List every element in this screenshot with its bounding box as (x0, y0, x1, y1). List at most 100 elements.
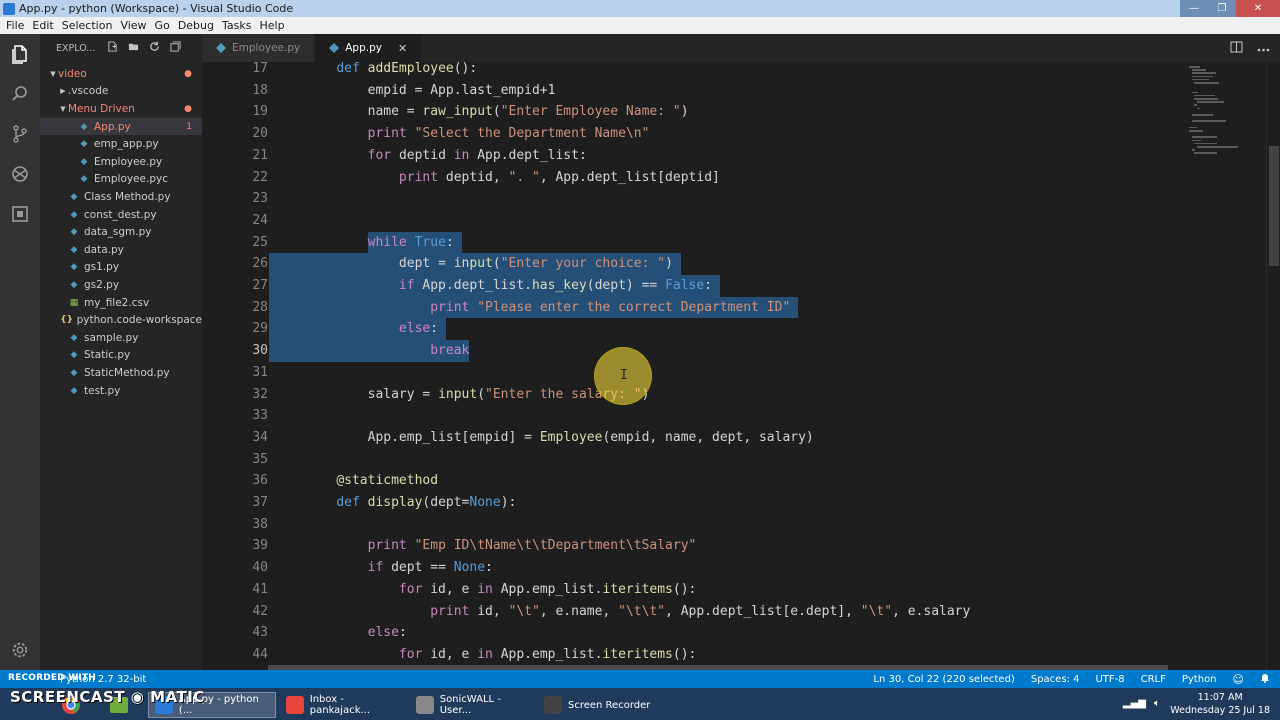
close-tab-icon[interactable]: ✕ (398, 42, 407, 55)
clock[interactable]: 11:07 AM Wednesday 25 Jul 18 (1170, 691, 1270, 717)
status-language[interactable]: Python (1182, 674, 1217, 685)
tree-item-data-sgm-py[interactable]: ◆ data_sgm.py (40, 223, 202, 241)
menu-file[interactable]: File (2, 19, 28, 32)
code-line[interactable]: def display(dept=None): (305, 492, 516, 514)
search-icon[interactable] (8, 82, 32, 106)
chevron-down-icon[interactable]: ▼ (48, 70, 58, 78)
tab-employee-py[interactable]: Employee.py (202, 34, 316, 62)
menu-go[interactable]: Go (151, 19, 174, 32)
vertical-scrollbar[interactable] (1266, 62, 1280, 670)
code-line[interactable]: break (305, 340, 469, 362)
taskbar-screen-recorder[interactable]: Screen Recorder (538, 692, 654, 718)
line-number: 24 (252, 212, 268, 228)
feedback-smiley-icon[interactable]: ☺ (1233, 673, 1244, 686)
notification-bell-icon[interactable] (1260, 672, 1270, 686)
collapse-all-icon[interactable] (170, 41, 181, 55)
code-line[interactable]: if App.dept_list.has_key(dept) == False: (305, 275, 712, 297)
minimap-line (1194, 142, 1217, 145)
tree-item-sample-py[interactable]: ◆ sample.py (40, 329, 202, 347)
menu-help[interactable]: Help (255, 19, 288, 32)
python-file-icon: ◆ (80, 121, 88, 132)
explorer-icon[interactable] (8, 42, 32, 66)
code-line[interactable]: print deptid, ". ", App.dept_list[deptid… (305, 167, 720, 189)
gear-icon[interactable] (8, 638, 32, 662)
tree-item-app-py[interactable]: ◆ App.py 1 (40, 117, 202, 136)
status-eol[interactable]: CRLF (1141, 674, 1166, 685)
tree-item-employee-pyc[interactable]: ◆ Employee.pyc (40, 171, 202, 189)
tree-item-gs2-py[interactable]: ◆ gs2.py (40, 276, 202, 294)
code-line[interactable]: else: (305, 622, 407, 644)
code-line[interactable]: dept = input("Enter your choice: ") (305, 253, 673, 275)
tree-item-menu-driven[interactable]: ▼ Menu Driven ● (40, 100, 202, 118)
tab-app-py[interactable]: App.py ✕ (315, 34, 423, 62)
title-bar: App.py - python (Workspace) - Visual Stu… (0, 0, 1280, 17)
tree-item-my-file2-csv[interactable]: ▦ my_file2.csv (40, 294, 202, 312)
line-number: 30 (252, 343, 268, 359)
menu-edit[interactable]: Edit (28, 19, 57, 32)
new-file-icon[interactable] (107, 41, 118, 55)
volume-icon[interactable]: 🔈︎ (1154, 698, 1160, 709)
minimap[interactable] (1187, 62, 1267, 222)
code-line[interactable]: if dept == None: (305, 557, 493, 579)
code-line[interactable]: for id, e in App.emp_list.iteritems(): (305, 644, 696, 666)
tree-item-test-py[interactable]: ◆ test.py (40, 382, 202, 400)
new-folder-icon[interactable] (128, 41, 139, 55)
debug-icon[interactable] (8, 162, 32, 186)
code-line[interactable]: print "Select the Department Name\n" (305, 123, 650, 145)
maximize-button[interactable]: ❐ (1208, 0, 1236, 17)
code-line[interactable]: for deptid in App.dept_list: (305, 145, 587, 167)
refresh-icon[interactable] (149, 41, 160, 55)
status-cursor-position[interactable]: Ln 30, Col 22 (220 selected) (873, 674, 1014, 685)
taskbar-sonicwall-user[interactable]: SonicWALL - User... (410, 692, 534, 718)
code-line[interactable]: else: (305, 318, 438, 340)
source-control-icon[interactable] (8, 122, 32, 146)
split-editor-icon[interactable] (1230, 41, 1243, 56)
code-line[interactable]: empid = App.last_empid+1 (305, 80, 556, 102)
tree-item-staticmethod-py[interactable]: ◆ StaticMethod.py (40, 364, 202, 382)
tree-item-label: .vscode (68, 85, 109, 98)
menu-tasks[interactable]: Tasks (218, 19, 255, 32)
taskbar-inbox-pankajack[interactable]: Inbox - pankajack... (280, 692, 406, 718)
chevron-right-icon[interactable]: ▶ (58, 87, 68, 95)
minimap-line (1196, 146, 1238, 148)
editor-actions (1230, 34, 1280, 62)
line-number: 27 (252, 278, 268, 293)
code-line[interactable]: @staticmethod (305, 470, 438, 492)
code-token: ( (492, 256, 501, 272)
menu-debug[interactable]: Debug (174, 19, 218, 32)
tree-item-static-py[interactable]: ◆ Static.py (40, 347, 202, 365)
code-editor[interactable]: 17 18 19 20 21 22 23 24 25 26 27 28 29 30 31 32 33 34 35 36… (202, 62, 1280, 670)
minimize-button[interactable]: — (1180, 0, 1208, 17)
extensions-icon[interactable] (8, 202, 32, 226)
code-line[interactable]: while True: (305, 232, 454, 254)
tree-item-vscode[interactable]: ▶ .vscode (40, 83, 202, 101)
network-icon[interactable]: ▂▄▆ (1123, 698, 1146, 709)
status-indentation[interactable]: Spaces: 4 (1031, 674, 1080, 685)
tree-item-gs1-py[interactable]: ◆ gs1.py (40, 259, 202, 277)
tree-item-emp-app-py[interactable]: ◆ emp_app.py (40, 135, 202, 153)
code-line[interactable]: print id, "\t", e.name, "\t\t", App.dept… (305, 601, 970, 623)
code-line[interactable]: print "Emp ID\tName\t\tDepartment\tSalar… (305, 535, 697, 557)
code-line[interactable]: print "Please enter the correct Departme… (305, 297, 790, 319)
menu-view[interactable]: View (116, 19, 150, 32)
tree-item-data-py[interactable]: ◆ data.py (40, 241, 202, 259)
menu-selection[interactable]: Selection (58, 19, 117, 32)
tree-item-const-dest-py[interactable]: ◆ const_dest.py (40, 206, 202, 224)
code-line[interactable]: name = raw_input("Enter Employee Name: "… (305, 101, 689, 123)
taskbar-app-icon (544, 696, 562, 714)
more-actions-icon[interactable] (1257, 41, 1270, 55)
scrollbar-thumb[interactable] (1269, 146, 1279, 266)
tree-item-python-code-workspace[interactable]: {} python.code-workspace (40, 311, 202, 329)
taskbar-app-icon (286, 696, 304, 714)
tree-item-video[interactable]: ▼ video ● (40, 65, 202, 83)
python-file-icon: ◆ (70, 279, 78, 290)
code-line[interactable]: App.emp_list[empid] = Employee(empid, na… (305, 427, 814, 449)
chevron-down-icon[interactable]: ▼ (58, 105, 68, 113)
status-encoding[interactable]: UTF-8 (1095, 674, 1124, 685)
close-button[interactable]: ✕ (1236, 0, 1280, 17)
code-line[interactable]: def addEmployee(): (305, 62, 477, 80)
code-line[interactable]: for id, e in App.emp_list.iteritems(): (305, 579, 696, 601)
tree-item-employee-py[interactable]: ◆ Employee.py (40, 153, 202, 171)
tree-item-class-method-py[interactable]: ◆ Class Method.py (40, 188, 202, 206)
code-area[interactable]: def addEmployee(): empid = App.last_empi… (269, 62, 1185, 670)
